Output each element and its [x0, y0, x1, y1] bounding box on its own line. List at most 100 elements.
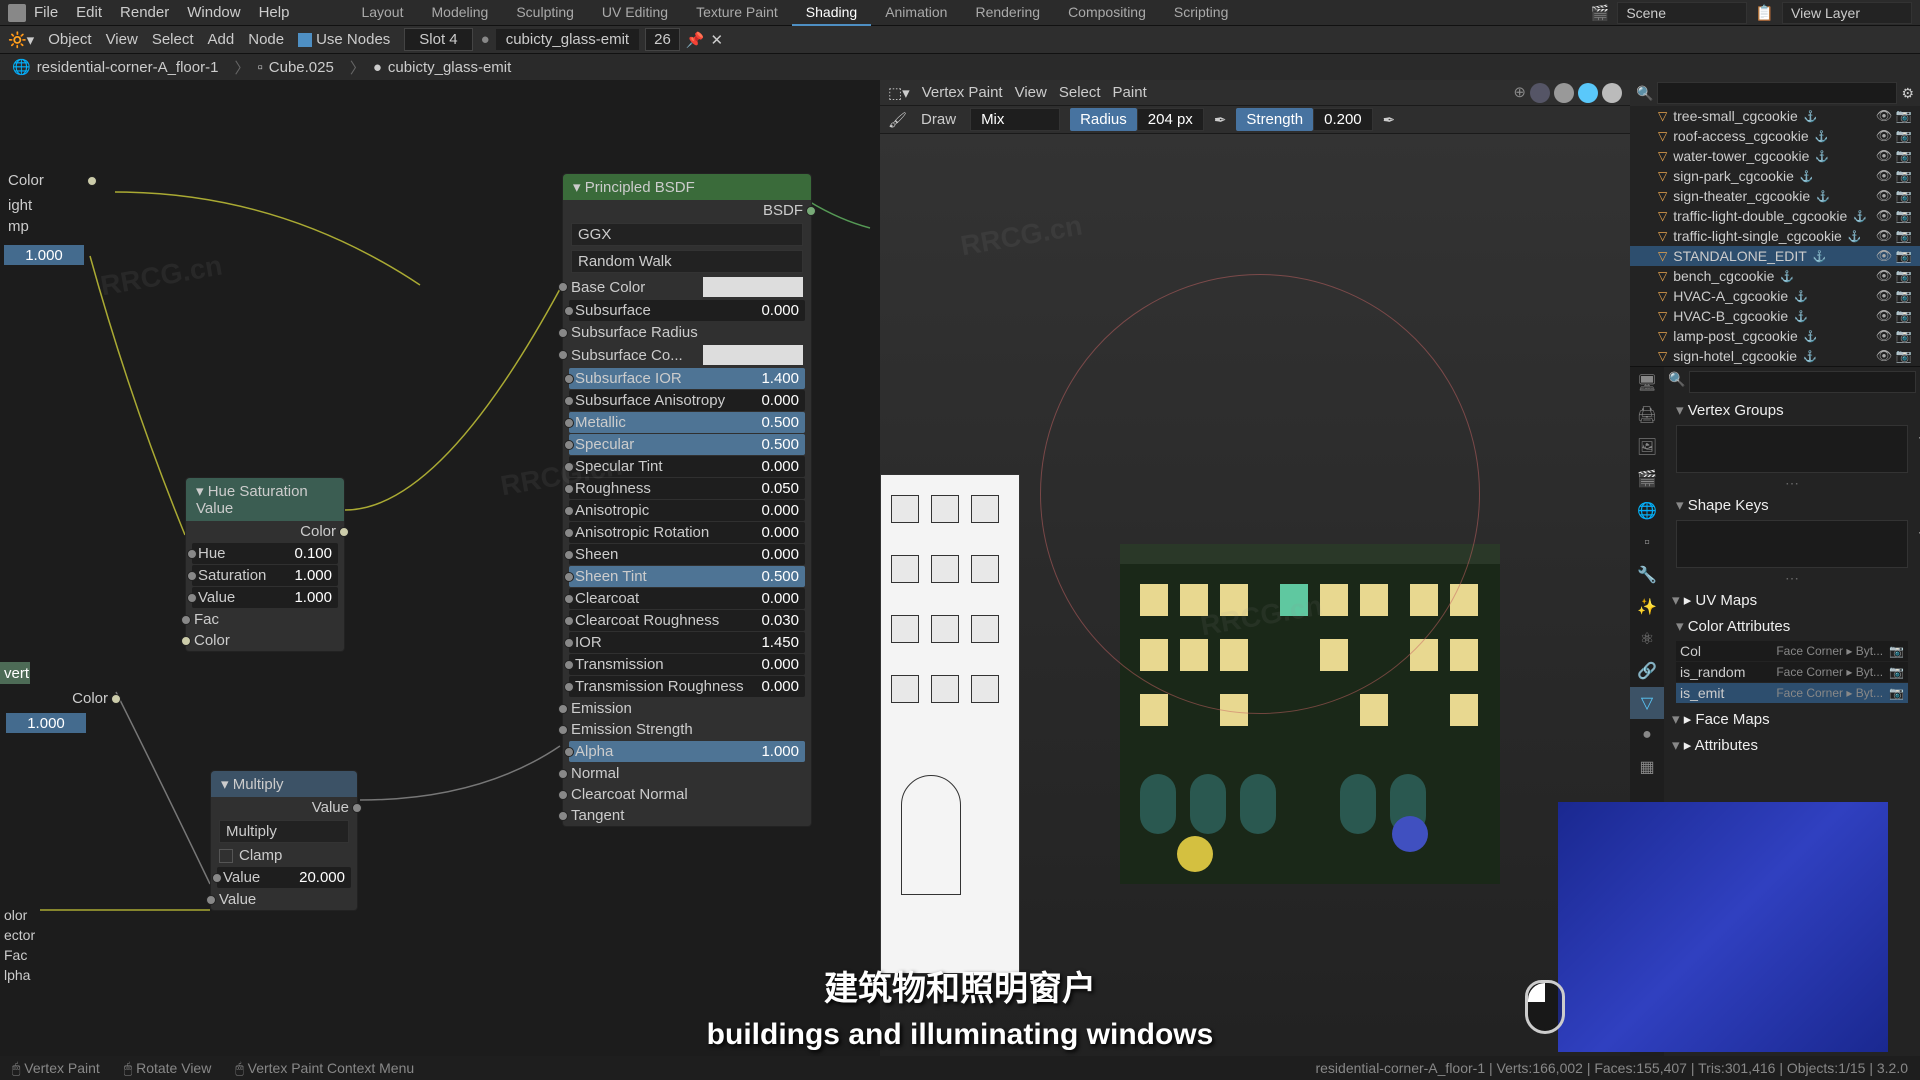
strength-value[interactable]: 0.200	[1313, 108, 1373, 131]
multiply-node[interactable]: ▾ Multiply Value Multiply Clamp Value20.…	[210, 770, 358, 911]
principled-sheen-tint[interactable]: Sheen Tint0.500	[569, 566, 805, 587]
use-nodes-checkbox[interactable]: Use Nodes	[298, 31, 390, 48]
principled-tangent[interactable]: Tangent	[563, 805, 811, 826]
principled-anisotropic[interactable]: Anisotropic0.000	[569, 500, 805, 521]
brush-icon[interactable]: 🖌	[888, 111, 907, 129]
scene-field[interactable]	[1617, 2, 1747, 24]
principled-normal[interactable]: Normal	[563, 763, 811, 784]
viewlayer-field[interactable]	[1782, 2, 1912, 24]
filter-icon[interactable]: ⚙	[1901, 85, 1914, 102]
ptab-data[interactable]: ▽	[1630, 687, 1664, 719]
outliner-item[interactable]: ▽lamp-post_cgcookie⚓👁 📷	[1630, 326, 1920, 346]
subsurface-method-dropdown[interactable]: Random Walk	[571, 250, 803, 273]
ws-shading[interactable]: Shading	[792, 0, 871, 26]
hue-saturation-node[interactable]: ▾ Hue Saturation Value Color Hue0.100 Sa…	[185, 477, 345, 652]
shape-keys-list[interactable]: +	[1676, 520, 1908, 568]
outliner-item[interactable]: ▽HVAC-B_cgcookie⚓👁 📷	[1630, 306, 1920, 326]
vh-paint[interactable]: Paint	[1113, 84, 1147, 101]
radius-pressure-icon[interactable]: ✒	[1214, 111, 1227, 129]
visibility-toggle[interactable]: 👁 📷	[1876, 128, 1912, 144]
visibility-toggle[interactable]: 👁 📷	[1876, 228, 1912, 244]
visibility-toggle[interactable]: 👁 📷	[1876, 288, 1912, 304]
principled-subsurface-ior[interactable]: Subsurface IOR1.400	[569, 368, 805, 389]
material-users[interactable]: 26	[645, 28, 680, 51]
visibility-toggle[interactable]: 👁 📷	[1876, 328, 1912, 344]
principled-bsdf-node[interactable]: ▾ Principled BSDF BSDF GGX Random Walk B…	[562, 173, 812, 827]
outliner-list[interactable]: ▽tree-small_cgcookie⚓👁 📷▽roof-access_cgc…	[1630, 106, 1920, 366]
ptab-output[interactable]: 🖨	[1630, 399, 1664, 431]
viewport-canvas[interactable]	[880, 134, 1630, 1056]
ptab-scene[interactable]: 🎬	[1630, 463, 1664, 495]
outliner-item[interactable]: ▽STANDALONE_EDIT⚓👁 📷	[1630, 246, 1920, 266]
node-header[interactable]: ▾ Principled BSDF	[563, 174, 811, 200]
principled-roughness[interactable]: Roughness0.050	[569, 478, 805, 499]
ptab-texture[interactable]: ▦	[1630, 751, 1664, 783]
principled-specular[interactable]: Specular0.500	[569, 434, 805, 455]
color-attributes-list[interactable]: ColFace Corner ▸ Byt...📷is_randomFace Co…	[1668, 639, 1916, 706]
ptab-world[interactable]: 🌐	[1630, 495, 1664, 527]
ptab-physics[interactable]: ⚛	[1630, 623, 1664, 655]
menu-edit[interactable]: Edit	[76, 4, 102, 21]
color-attribute-row[interactable]: ColFace Corner ▸ Byt...📷	[1676, 641, 1908, 661]
principled-subsurface[interactable]: Subsurface0.000	[569, 300, 805, 321]
visibility-toggle[interactable]: 👁 📷	[1876, 268, 1912, 284]
principled-anisotropic-rotation[interactable]: Anisotropic Rotation0.000	[569, 522, 805, 543]
color-attribute-row[interactable]: is_emitFace Corner ▸ Byt...📷	[1676, 683, 1908, 703]
outliner-item[interactable]: ▽sign-park_cgcookie⚓👁 📷	[1630, 166, 1920, 186]
ptab-constraints[interactable]: 🔗	[1630, 655, 1664, 687]
camera-icon[interactable]: 📷	[1889, 686, 1904, 700]
principled-ior[interactable]: IOR1.450	[569, 632, 805, 653]
principled-transmission[interactable]: Transmission0.000	[569, 654, 805, 675]
visibility-toggle[interactable]: 👁 📷	[1876, 208, 1912, 224]
principled-transmission-roughness[interactable]: Transmission Roughness0.000	[569, 676, 805, 697]
principled-alpha[interactable]: Alpha1.000	[569, 741, 805, 762]
3d-viewport[interactable]: ⬚▾ Vertex Paint View Select Paint ⊕ 🖌 Dr…	[880, 80, 1630, 1056]
nh-select[interactable]: Select	[152, 31, 194, 48]
fragment-value2[interactable]: 1.000	[6, 713, 86, 733]
principled-specular-tint[interactable]: Specular Tint0.000	[569, 456, 805, 477]
principled-clearcoat-roughness[interactable]: Clearcoat Roughness0.030	[569, 610, 805, 631]
vh-select[interactable]: Select	[1059, 84, 1101, 101]
shading-solid[interactable]	[1554, 83, 1574, 103]
visibility-toggle[interactable]: 👁 📷	[1876, 168, 1912, 184]
section-vertex-groups[interactable]: Vertex Groups	[1668, 397, 1916, 423]
section-shape-keys[interactable]: Shape Keys	[1668, 492, 1916, 518]
node-header[interactable]: ▾ Hue Saturation Value	[186, 478, 344, 521]
mode-dropdown[interactable]: Object	[48, 31, 91, 48]
vertex-groups-list[interactable]: +	[1676, 425, 1908, 473]
principled-clearcoat-normal[interactable]: Clearcoat Normal	[563, 784, 811, 805]
ws-rendering[interactable]: Rendering	[961, 0, 1054, 26]
outliner-item[interactable]: ▽HVAC-A_cgcookie⚓👁 📷	[1630, 286, 1920, 306]
shading-wireframe[interactable]	[1530, 83, 1550, 103]
strength-pressure-icon[interactable]: ✒	[1383, 111, 1396, 129]
viewport-editor-type[interactable]: ⬚▾	[888, 84, 910, 102]
principled-emission-strength[interactable]: Emission Strength	[563, 719, 811, 740]
ptab-render[interactable]: 🖥	[1630, 367, 1664, 399]
vh-view[interactable]: View	[1015, 84, 1047, 101]
gizmo-toggle[interactable]: ⊕	[1513, 83, 1526, 103]
pin-icon[interactable]: 📌	[686, 31, 705, 49]
menu-window[interactable]: Window	[187, 4, 240, 21]
camera-icon[interactable]: 📷	[1889, 665, 1904, 679]
editor-type-dropdown[interactable]: 🔆▾	[8, 31, 34, 49]
node-header[interactable]: ▾ Multiply	[211, 771, 357, 797]
nh-add[interactable]: Add	[208, 31, 235, 48]
menu-help[interactable]: Help	[259, 4, 290, 21]
shading-rendered[interactable]	[1602, 83, 1622, 103]
slot-dropdown[interactable]: Slot 4	[404, 28, 472, 51]
principled-base-color[interactable]: Base Color	[563, 275, 811, 299]
ptab-object[interactable]: ▫	[1630, 527, 1664, 559]
radius-value[interactable]: 204 px	[1137, 108, 1204, 131]
bc-mesh[interactable]: Cube.025	[269, 59, 334, 76]
menu-render[interactable]: Render	[120, 4, 169, 21]
ptab-viewlayer[interactable]: 🖼	[1630, 431, 1664, 463]
ws-layout[interactable]: Layout	[347, 0, 417, 26]
node-editor[interactable]: Color ight mp 1.000 vert Color 1.000 olo…	[0, 80, 880, 1056]
ptab-particles[interactable]: ✨	[1630, 591, 1664, 623]
camera-icon[interactable]: 📷	[1889, 644, 1904, 658]
menu-file[interactable]: File	[34, 4, 58, 21]
outliner-item[interactable]: ▽traffic-light-double_cgcookie⚓👁 📷	[1630, 206, 1920, 226]
outliner-item[interactable]: ▽traffic-light-single_cgcookie⚓👁 📷	[1630, 226, 1920, 246]
principled-subsurface-anisotropy[interactable]: Subsurface Anisotropy0.000	[569, 390, 805, 411]
ptab-modifiers[interactable]: 🔧	[1630, 559, 1664, 591]
